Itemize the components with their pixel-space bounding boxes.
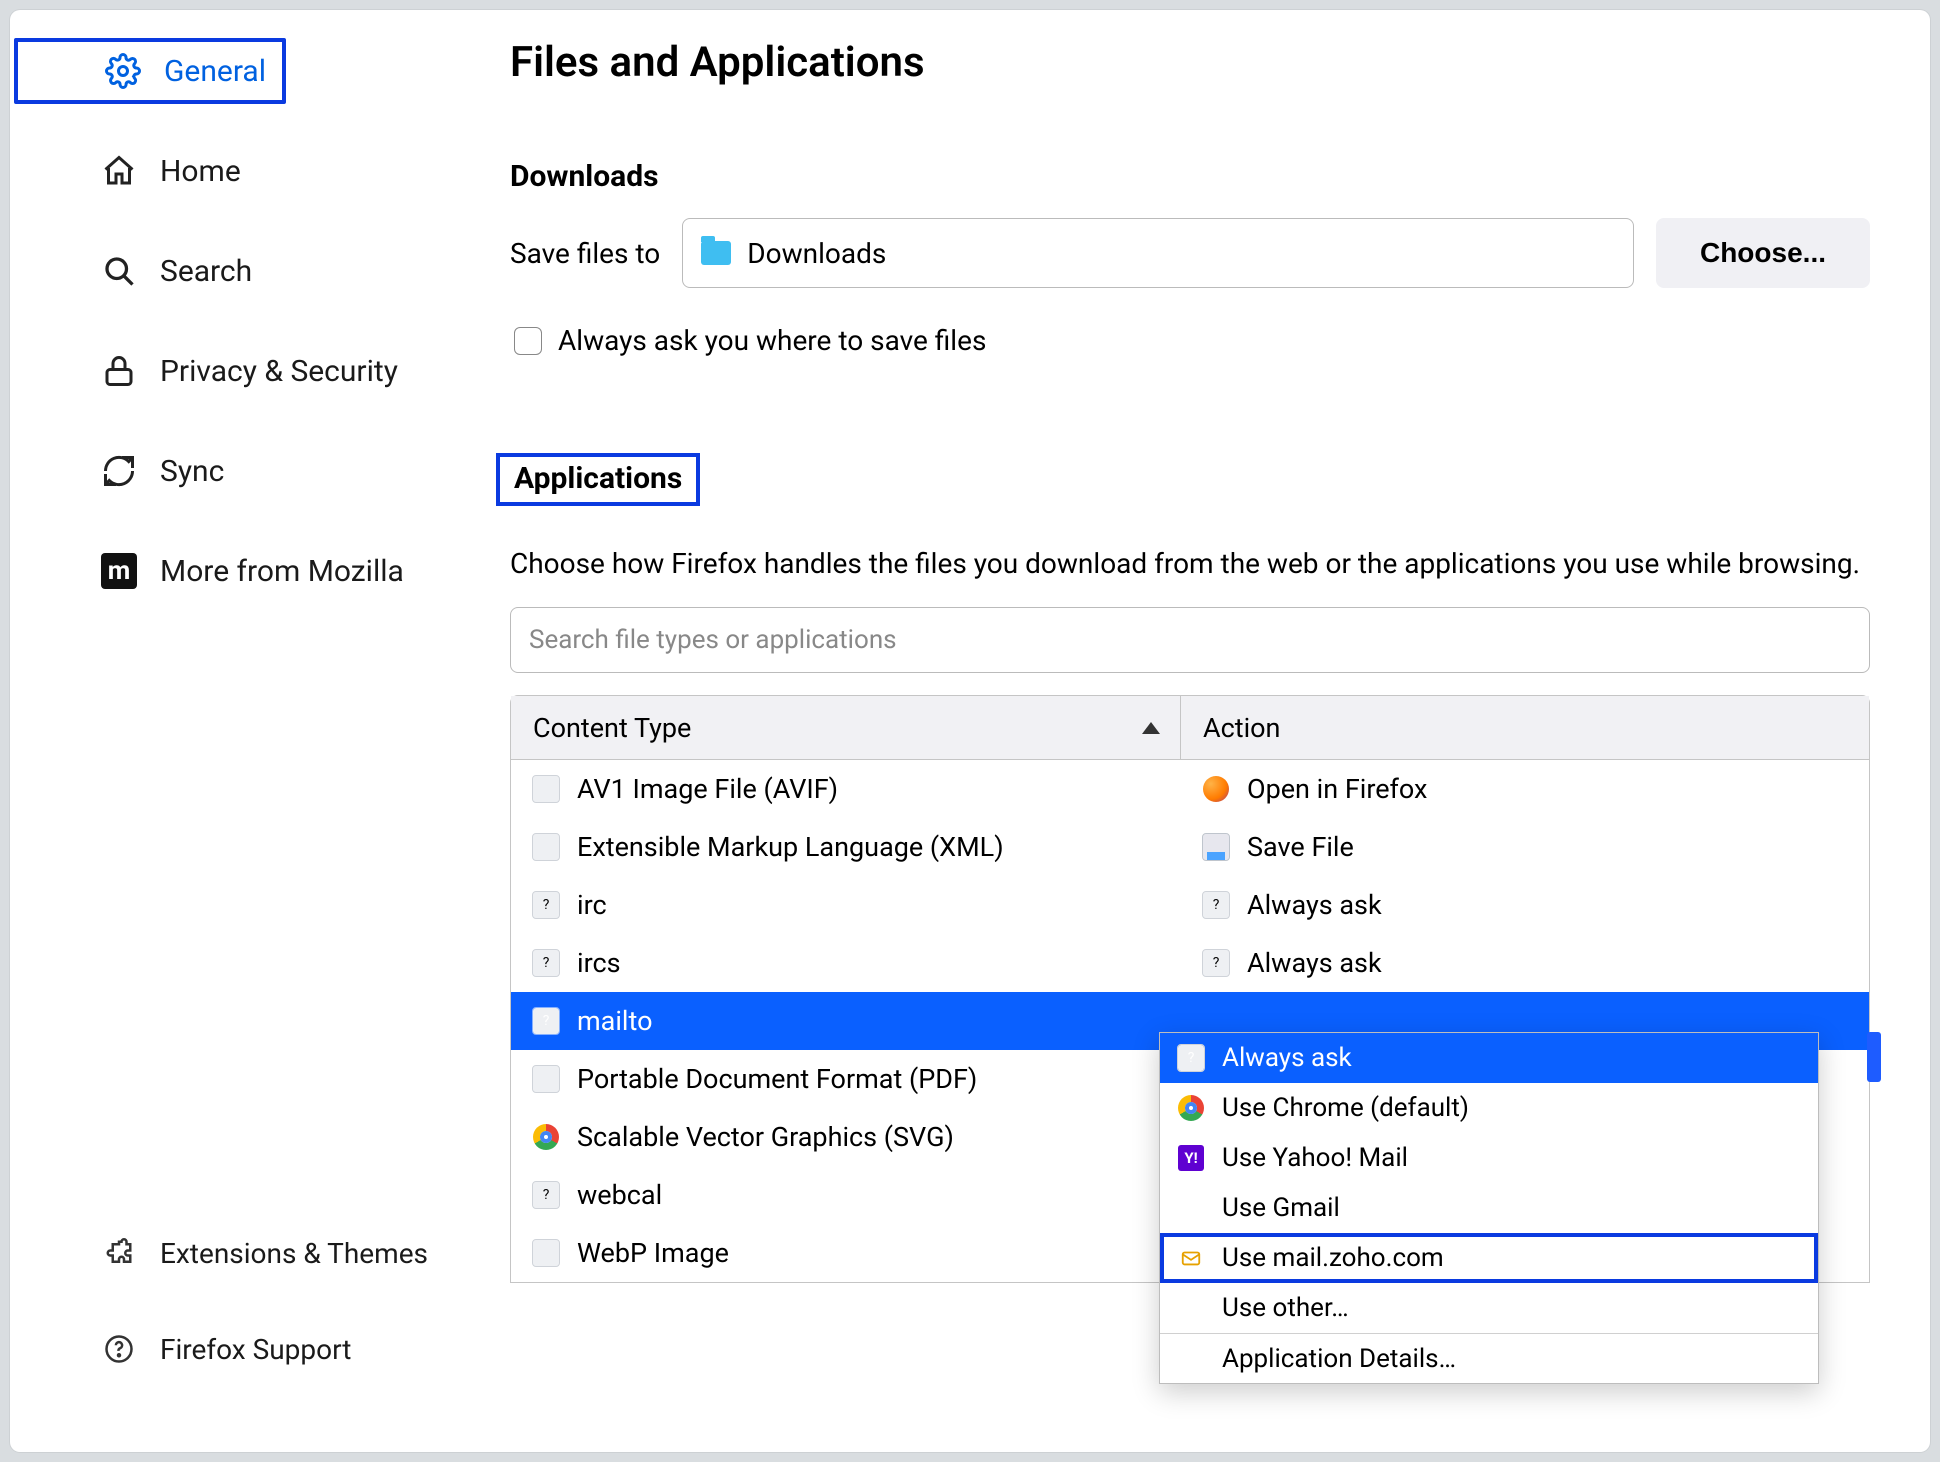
save-files-label: Save files to — [510, 237, 660, 270]
sync-icon — [98, 450, 140, 492]
table-header: Content Type Action — [511, 696, 1869, 760]
file-icon — [533, 1066, 559, 1092]
downloads-folder-name: Downloads — [747, 237, 886, 270]
scrollbar-thumb[interactable] — [1867, 1032, 1881, 1082]
applications-search-input[interactable]: Search file types or applications — [510, 607, 1870, 673]
yahoo-icon: Y! — [1178, 1145, 1204, 1171]
menu-item-other[interactable]: Use other… — [1160, 1283, 1818, 1333]
sidebar-support[interactable]: Firefox Support — [98, 1316, 510, 1382]
folder-icon — [701, 241, 731, 265]
unknown-file-icon: ? — [1203, 892, 1229, 918]
settings-window: General Home Search Privacy & Security — [10, 10, 1930, 1452]
downloads-heading: Downloads — [510, 159, 1870, 194]
chrome-icon — [533, 1124, 559, 1150]
sidebar-item-label: Search — [160, 254, 252, 289]
table-row[interactable]: ?ircs ?Always ask — [511, 934, 1869, 992]
puzzle-icon — [98, 1232, 140, 1274]
file-icon — [533, 834, 559, 860]
extensions-label: Extensions & Themes — [160, 1237, 428, 1270]
action-dropdown-menu: ? Always ask Use Chrome (default) Y! Use… — [1159, 1032, 1819, 1384]
unknown-file-icon: ? — [533, 950, 559, 976]
search-icon — [98, 250, 140, 292]
unknown-file-icon: ? — [533, 1182, 559, 1208]
menu-item-gmail[interactable]: Use Gmail — [1160, 1183, 1818, 1233]
applications-table: Content Type Action AV1 Image File (AVIF… — [510, 695, 1870, 1283]
downloads-folder-input[interactable]: Downloads — [682, 218, 1634, 288]
gear-icon — [102, 50, 144, 92]
support-label: Firefox Support — [160, 1333, 351, 1366]
table-row[interactable]: AV1 Image File (AVIF) Open in Firefox — [511, 760, 1869, 818]
search-placeholder-text: Search file types or applications — [529, 625, 897, 655]
sort-ascending-icon — [1142, 722, 1160, 734]
chrome-icon — [1178, 1095, 1204, 1121]
unknown-file-icon: ? — [533, 892, 559, 918]
save-icon — [1203, 834, 1229, 860]
firefox-icon — [1203, 776, 1229, 802]
applications-description: Choose how Firefox handles the files you… — [510, 542, 1870, 585]
sidebar-item-mozilla[interactable]: m More from Mozilla — [10, 538, 510, 604]
sidebar-item-privacy[interactable]: Privacy & Security — [10, 338, 510, 404]
help-icon — [98, 1328, 140, 1370]
sidebar-item-sync[interactable]: Sync — [10, 438, 510, 504]
always-ask-checkbox[interactable] — [514, 327, 542, 355]
menu-item-chrome[interactable]: Use Chrome (default) — [1160, 1083, 1818, 1133]
unknown-file-icon: ? — [533, 1008, 559, 1034]
menu-item-yahoo[interactable]: Y! Use Yahoo! Mail — [1160, 1133, 1818, 1183]
file-icon — [533, 776, 559, 802]
envelope-icon — [1178, 1245, 1204, 1271]
page-title: Files and Applications — [510, 38, 1870, 87]
menu-item-zoho[interactable]: Use mail.zoho.com — [1160, 1233, 1818, 1283]
sidebar-item-label: Home — [160, 154, 241, 189]
sidebar-item-search[interactable]: Search — [10, 238, 510, 304]
unknown-file-icon: ? — [1203, 950, 1229, 976]
sidebar-item-label: Sync — [160, 454, 224, 489]
column-action[interactable]: Action — [1181, 712, 1869, 744]
lock-icon — [98, 350, 140, 392]
sidebar: General Home Search Privacy & Security — [10, 10, 510, 1452]
sidebar-item-home[interactable]: Home — [10, 138, 510, 204]
applications-heading: Applications — [496, 453, 700, 506]
sidebar-extensions[interactable]: Extensions & Themes — [98, 1220, 510, 1286]
sidebar-item-label: Privacy & Security — [160, 354, 398, 389]
menu-item-details[interactable]: Application Details… — [1160, 1333, 1818, 1383]
choose-folder-button[interactable]: Choose... — [1656, 218, 1870, 288]
mozilla-icon: m — [98, 550, 140, 592]
menu-item-always-ask[interactable]: ? Always ask — [1160, 1033, 1818, 1083]
table-row[interactable]: ?irc ?Always ask — [511, 876, 1869, 934]
column-content-type[interactable]: Content Type — [511, 696, 1181, 759]
unknown-file-icon: ? — [1178, 1045, 1204, 1071]
home-icon — [98, 150, 140, 192]
always-ask-label: Always ask you where to save files — [558, 324, 986, 357]
table-row[interactable]: Extensible Markup Language (XML) Save Fi… — [511, 818, 1869, 876]
file-icon — [533, 1240, 559, 1266]
main-content: Files and Applications Downloads Save fi… — [510, 10, 1930, 1452]
sidebar-item-label: General — [164, 54, 266, 89]
sidebar-item-label: More from Mozilla — [160, 554, 404, 589]
sidebar-item-general[interactable]: General — [14, 38, 286, 104]
